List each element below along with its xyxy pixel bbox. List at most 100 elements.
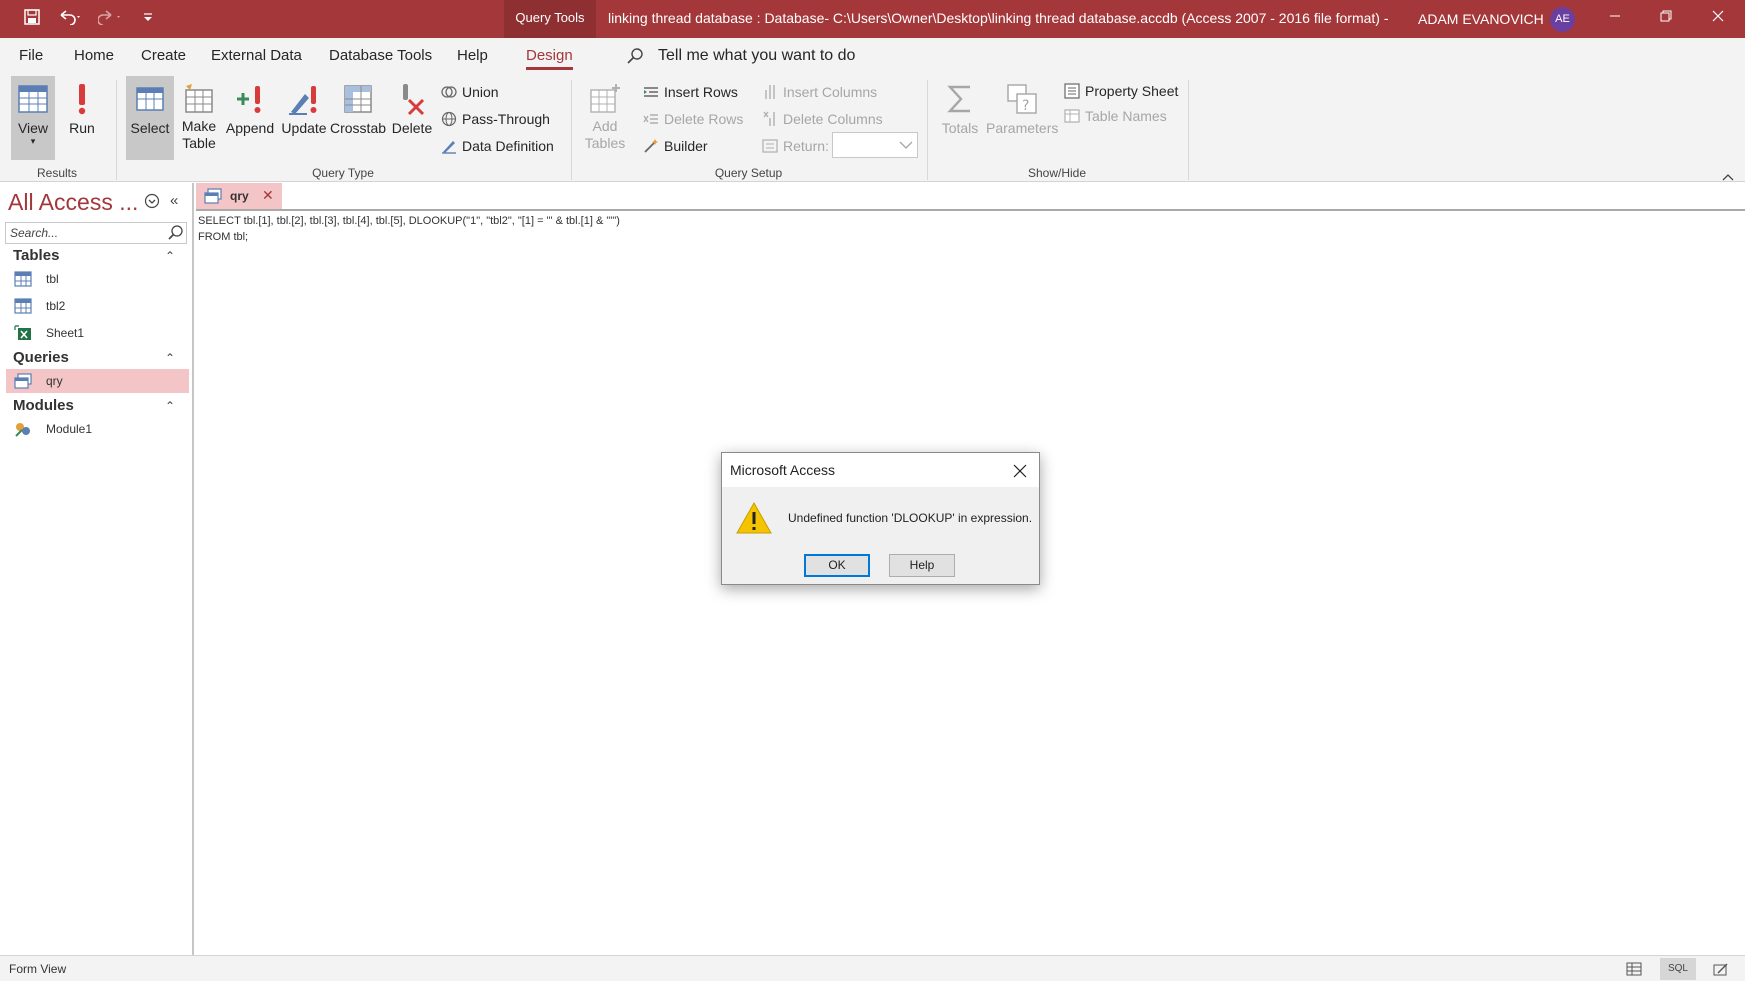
module-icon (15, 423, 30, 437)
make-table-button[interactable]: Make Table (178, 76, 220, 160)
add-tables-icon (590, 84, 620, 113)
ribbon-separator (116, 80, 117, 180)
builder-button[interactable]: Builder (643, 134, 708, 158)
collapse-section-icon[interactable]: ⌃ (165, 351, 175, 365)
delete-columns-button[interactable]: Delete Columns (762, 107, 883, 131)
lightbulb-search-icon[interactable] (626, 47, 644, 70)
query-setup-group-label: Query Setup (714, 166, 783, 180)
dialog-body: Undefined function 'DLOOKUP' in expressi… (722, 487, 1039, 584)
close-window-button[interactable] (1695, 0, 1741, 38)
nav-pane-title[interactable]: All Access ... (8, 189, 138, 216)
union-button[interactable]: Union (441, 80, 499, 104)
tab-design[interactable]: Design (526, 47, 573, 70)
data-definition-label: Data Definition (462, 138, 554, 154)
pass-through-button[interactable]: Pass-Through (441, 107, 550, 131)
ok-button[interactable]: OK (804, 554, 870, 577)
crosstab-label: Crosstab (330, 120, 387, 136)
tab-file[interactable]: File (19, 47, 43, 64)
delete-query-button[interactable]: Delete (389, 76, 435, 160)
delete-rows-icon (643, 114, 658, 124)
totals-label: Totals (941, 120, 979, 136)
collapse-ribbon-icon[interactable] (1722, 168, 1734, 186)
nav-search-input[interactable]: Search... (5, 222, 187, 244)
design-view-icon (1713, 963, 1728, 976)
dialog-close-button[interactable] (1008, 459, 1032, 483)
property-sheet-button[interactable]: Property Sheet (1064, 79, 1178, 103)
close-tab-icon[interactable]: ✕ (262, 187, 274, 204)
ribbon-tabs: File Home Create External Data Database … (0, 38, 1745, 76)
nav-item-module1[interactable]: Module1 (6, 417, 189, 441)
query-type-group-label: Query Type (312, 166, 374, 180)
insert-rows-button[interactable]: Insert Rows (643, 80, 738, 104)
sql-view-button[interactable]: SQL (1660, 958, 1696, 980)
datasheet-view-button[interactable] (1616, 958, 1652, 980)
restore-button[interactable] (1643, 0, 1689, 38)
totals-button[interactable]: Totals (938, 76, 982, 160)
data-definition-button[interactable]: Data Definition (441, 134, 554, 158)
crosstab-button[interactable]: Crosstab (330, 76, 386, 160)
avatar[interactable]: AE (1550, 7, 1575, 32)
save-icon[interactable] (24, 9, 40, 29)
nav-item-tbl[interactable]: tbl (6, 267, 189, 291)
update-pencil-icon (289, 86, 317, 115)
nav-item-tbl2[interactable]: tbl2 (6, 294, 189, 318)
sigma-icon (947, 85, 970, 113)
design-view-button[interactable] (1703, 958, 1739, 980)
minimize-icon (1610, 15, 1620, 17)
insert-columns-button[interactable]: Insert Columns (762, 80, 877, 104)
delete-rows-label: Delete Rows (664, 111, 744, 127)
nav-item-qry[interactable]: qry (6, 369, 189, 393)
property-sheet-label: Property Sheet (1085, 83, 1179, 99)
return-dropdown[interactable] (832, 132, 918, 158)
chevron-down-icon (899, 141, 913, 149)
tab-help[interactable]: Help (457, 47, 488, 64)
nav-section-tables[interactable]: Tables (13, 247, 59, 264)
nav-item-sheet1[interactable]: Sheet1 (6, 321, 189, 345)
select-query-button[interactable]: Select (126, 76, 174, 160)
collapse-section-icon[interactable]: ⌃ (165, 399, 175, 413)
linked-excel-table-icon (14, 325, 31, 340)
nav-section-queries[interactable]: Queries (13, 349, 69, 366)
sql-text[interactable]: SELECT tbl.[1], tbl.[2], tbl.[3], tbl.[4… (198, 213, 620, 245)
return-label: Return: (783, 138, 829, 154)
return-icon (762, 139, 778, 153)
undo-icon[interactable] (58, 9, 82, 29)
table-names-button[interactable]: Table Names (1064, 104, 1167, 128)
run-button[interactable]: Run (62, 76, 102, 160)
nav-section-modules[interactable]: Modules (13, 397, 74, 414)
tab-external-data[interactable]: External Data (211, 47, 302, 64)
show-hide-group-label: Show/Hide (1027, 166, 1087, 180)
customize-quick-access-icon[interactable] (142, 9, 154, 29)
tab-database-tools[interactable]: Database Tools (329, 47, 432, 64)
redo-icon[interactable] (97, 9, 122, 29)
delete-query-icon (403, 84, 425, 116)
parameters-button[interactable]: ? Parameters (986, 76, 1058, 160)
dialog-message: Undefined function 'DLOOKUP' in expressi… (788, 511, 1033, 525)
builder-wand-icon (644, 139, 658, 153)
union-icon (441, 86, 457, 98)
title-bar: Query Tools linking thread database : Da… (0, 0, 1745, 38)
insert-rows-icon (644, 87, 658, 97)
delete-rows-button[interactable]: Delete Rows (643, 107, 743, 131)
make-table-label-1: Make (181, 118, 217, 134)
help-button[interactable]: Help (889, 554, 955, 577)
view-button[interactable]: View ▾ (11, 76, 55, 160)
close-icon (1013, 464, 1027, 478)
user-name[interactable]: ADAM EVANOVICH (1418, 0, 1544, 38)
minimize-button[interactable] (1592, 0, 1638, 38)
tab-home[interactable]: Home (74, 47, 114, 64)
update-button[interactable]: Update (279, 76, 329, 160)
dialog-title-bar[interactable]: Microsoft Access (722, 453, 1039, 487)
document-tab-qry[interactable]: qry ✕ (196, 183, 282, 209)
nav-menu-dropdown-icon[interactable] (144, 193, 160, 214)
tell-me-search[interactable]: Tell me what you want to do (658, 47, 855, 65)
table-icon (14, 298, 32, 314)
ribbon: View ▾ Run Results Select Make Table App… (0, 76, 1745, 182)
search-icon[interactable] (167, 224, 184, 246)
tab-create[interactable]: Create (141, 47, 186, 64)
collapse-section-icon[interactable]: ⌃ (165, 249, 175, 263)
shutter-bar-close-icon[interactable]: « (170, 192, 178, 209)
insert-columns-label: Insert Columns (783, 84, 878, 100)
append-button[interactable]: Append (224, 76, 276, 160)
add-tables-button[interactable]: Add Tables (582, 76, 628, 160)
